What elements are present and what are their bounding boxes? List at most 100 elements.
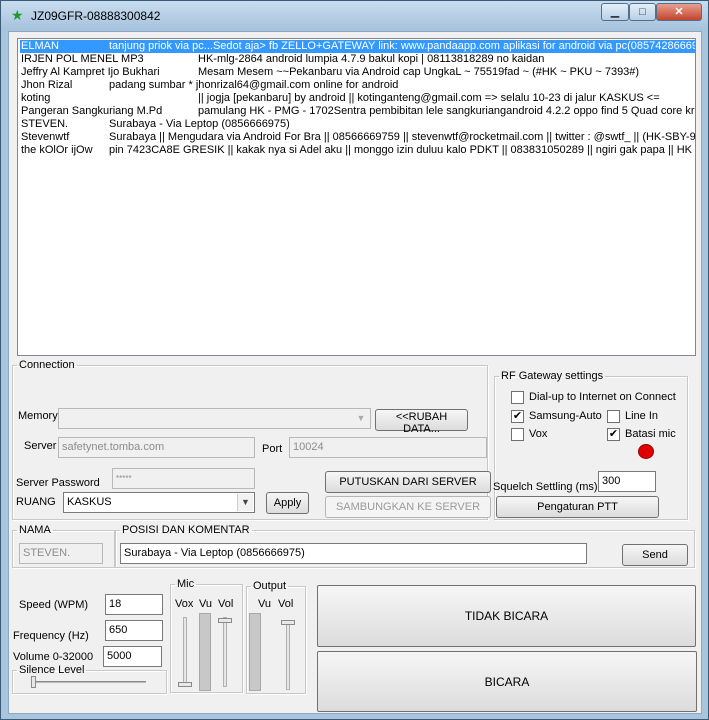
vox-checkbox[interactable] [511,428,524,441]
connect-button: SAMBUNGKAN KE SERVER [325,496,491,518]
output-vol-track [286,622,290,690]
vox-label: Vox [529,428,548,440]
mic-vox-label: Vox [175,598,194,610]
status-led [638,444,654,459]
list-item-text: || jogja [pekanbaru] by android || kotin… [198,92,660,104]
list-item-text: padang sumbar * jhonrizal64@gmail.com on… [109,79,399,91]
list-item-text: Mesam Mesem ~~Pekanbaru via Android cap … [198,66,640,78]
list-item[interactable]: Pangeran Sangkuriang M.Pd pamulang HK - P… [20,105,696,118]
squelch-field[interactable]: 300 [598,471,656,492]
mic-vol-track [223,617,227,687]
ruang-select[interactable]: KASKUS ▼ [63,492,255,513]
silence-level-legend: Silence Level [19,664,85,676]
mic-vox-slider[interactable] [178,682,192,687]
rubah-data-button[interactable]: <<RUBAH DATA... [375,409,468,435]
chevron-down-icon: ▼ [356,413,366,423]
dialup-label: Dial-up to Internet on Connect [529,391,676,403]
frequency-label: Frequency (Hz) [13,630,89,642]
list-item-name: Jeffry Al Kampret Ijo Bukhari [21,66,160,78]
server-password-field: ***** [112,468,255,489]
server-password-label: Server Password [16,477,100,489]
list-item-name: the kOlOr ijOw [21,144,93,156]
list-item-name: Pangeran Sangkuriang M.Pd [21,105,163,117]
pengaturan-ptt-button[interactable]: Pengaturan PTT [496,496,659,518]
apply-button[interactable]: Apply [266,492,309,514]
disconnect-button[interactable]: PUTUSKAN DARI SERVER [325,471,491,493]
list-item-text: tanjung priok via pc...Sedot aja> fb ZEL… [109,40,696,52]
server-field: safetynet.tomba.com [58,437,255,458]
client-area: ELMAN tanjung priok via pc...Sedot aja> f… [8,31,702,714]
memory-combo: ▼ [58,408,371,429]
list-item-text: Surabaya || Mengudara via Android For Br… [109,131,696,143]
samsung-auto-checkbox[interactable]: ✔ [511,410,524,423]
output-vol-label: Vol [278,598,294,610]
app-window: ★ JZ09GFR-08888300842 ▁ □ ✕ ELMAN tanjung… [0,0,709,720]
speed-field[interactable]: 18 [105,594,163,615]
app-star-icon: ★ [11,7,24,23]
output-legend: Output [253,580,287,592]
nama-legend: NAMA [19,524,51,536]
list-item-name: Stevenwtf [21,131,70,143]
mic-vu-label: Vu [199,598,213,610]
list-item-name: Jhon Rizal [21,79,73,91]
window-title: JZ09GFR-08888300842 [31,9,161,23]
output-vu-meter [249,613,261,691]
mic-legend: Mic [177,578,195,590]
list-item[interactable]: Jeffry Al Kampret Ijo Bukhari Mesam Mesem… [20,66,695,79]
list-item-text: pamulang HK - PMG - 1702Sentra pembibita… [198,105,696,117]
server-label: Server [24,440,57,452]
connection-legend: Connection [19,359,75,371]
list-item[interactable]: the kOlOr ijOw pin 7423CA8E GRESIK || kak… [20,144,696,157]
chevron-down-icon[interactable]: ▼ [237,494,253,511]
mic-vol-label: Vol [218,598,234,610]
close-button[interactable]: ✕ [656,3,702,21]
dialup-checkbox[interactable] [511,391,524,404]
list-item[interactable]: IRJEN POL MENEL MP3 HK-mlg-2864 android l… [20,53,695,66]
ruang-label: RUANG [16,496,56,508]
output-vol-slider[interactable] [281,620,295,625]
port-label: Port [262,443,283,455]
port-field: 10024 [289,437,487,458]
samsung-auto-label: Samsung-Auto [529,410,602,422]
volume-label: Volume 0-32000 [13,651,94,663]
list-item[interactable]: STEVEN. Surabaya - Via Leptop (0856666975… [20,118,695,131]
nama-field: STEVEN. [19,543,103,564]
tidak-bicara-button[interactable]: TIDAK BICARA [317,585,696,647]
speed-label: Speed (WPM) [19,599,89,611]
list-item-name: koting [21,92,51,104]
line-in-label: Line In [625,410,659,422]
mic-vol-slider[interactable] [218,618,232,623]
minimize-button[interactable]: ▁ [601,3,629,21]
user-list[interactable]: ELMAN tanjung priok via pc...Sedot aja> f… [17,38,696,356]
list-item[interactable]: Stevenwtf Surabaya || Mengudara via Andro… [20,131,696,144]
posisi-komentar-input[interactable]: Surabaya - Via Leptop (0856666975) [120,543,587,564]
rf-gateway-legend: RF Gateway settings [501,370,604,382]
list-item-text: pin 7423CA8E GRESIK || kakak nya si Adel… [109,144,696,156]
squelch-label: Squelch Settling (ms) [493,481,598,493]
samsung-check-mark: ✔ [512,410,523,422]
batasi-check-mark: ✔ [608,428,619,440]
list-item-name: STEVEN. [21,118,69,130]
batasi-mic-checkbox[interactable]: ✔ [607,428,620,441]
batasi-mic-label: Batasi mic [625,428,676,440]
posisi-legend: POSISI DAN KOMENTAR [122,524,250,536]
list-item[interactable]: Jhon Rizal padang sumbar * jhonrizal64@gm… [20,79,695,92]
silence-level-slider[interactable] [31,676,36,688]
list-item[interactable]: ELMAN tanjung priok via pc...Sedot aja> f… [20,40,696,53]
bicara-button[interactable]: BICARA [317,651,697,712]
memory-label: Memory [18,410,58,422]
line-in-checkbox[interactable] [607,410,620,423]
maximize-button[interactable]: □ [629,3,656,21]
mic-vu-meter [199,613,211,691]
list-item[interactable]: koting || jogja [pekanbaru] by android ||… [20,92,695,105]
ruang-value: KASKUS [67,496,112,508]
title-bar[interactable]: ★ JZ09GFR-08888300842 ▁ □ ✕ [1,1,708,31]
frequency-field[interactable]: 650 [105,620,163,641]
output-vu-label: Vu [258,598,272,610]
list-item-name: IRJEN POL MENEL MP3 [21,53,144,65]
list-item-text: Surabaya - Via Leptop (0856666975) [109,118,290,130]
list-item-text: HK-mlg-2864 android lumpia 4.7.9 bakul k… [198,53,545,65]
silence-level-track [31,681,146,683]
send-button[interactable]: Send [622,544,688,566]
mic-vox-track [183,617,187,687]
